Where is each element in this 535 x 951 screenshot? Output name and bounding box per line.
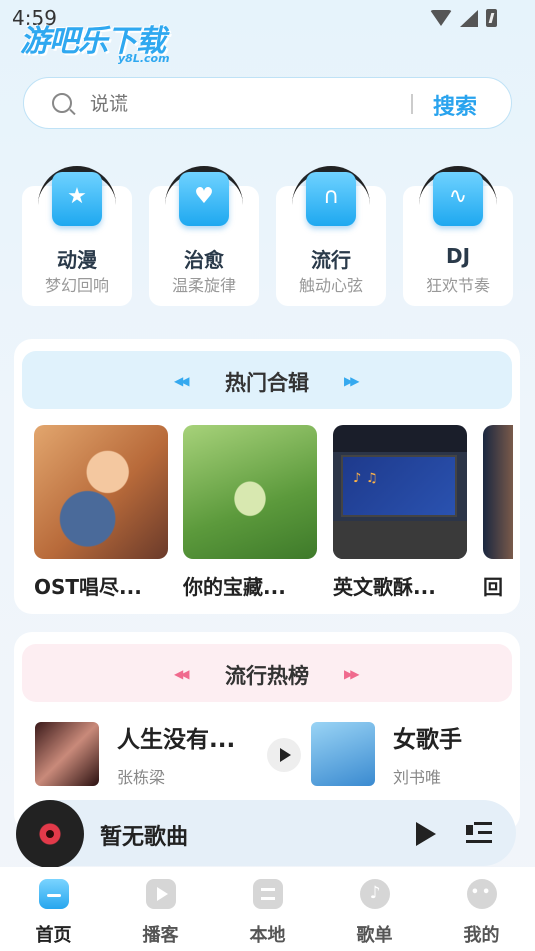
category-subtitle: 温柔旋律: [171, 276, 236, 295]
playlist-icon: ♪: [360, 879, 390, 909]
play-icon[interactable]: [267, 738, 301, 772]
nav-label: 我的: [463, 925, 500, 946]
album-item[interactable]: 你的宝藏...: [183, 425, 317, 600]
album-name: OST唱尽...: [34, 575, 142, 599]
category-subtitle: 梦幻回响: [44, 276, 109, 295]
battery-icon: [486, 9, 497, 27]
nav-label: 本地: [249, 925, 286, 946]
search-button[interactable]: 搜索: [433, 89, 477, 121]
album-name: 英文歌酥...: [333, 575, 436, 599]
heart-shield-icon: ♥: [179, 172, 229, 226]
album-item[interactable]: OST唱尽...: [34, 425, 168, 600]
album-cover: ♪ ♫: [333, 425, 467, 559]
song-title: 人生没有...: [117, 727, 236, 753]
category-title: DJ: [445, 244, 471, 268]
nav-label: 首页: [35, 925, 72, 946]
album-list: OST唱尽... 你的宝藏... ♪ ♫ 英文歌酥... 回: [34, 425, 520, 605]
watermark-sub: y8L.com: [118, 52, 170, 65]
nav-label: 播客: [142, 925, 179, 946]
nav-item-home[interactable]: 首页: [0, 867, 107, 951]
arrow-right-icon: ▶▶: [344, 374, 360, 388]
nav-label: 歌单: [356, 925, 393, 946]
home-icon: [39, 879, 69, 909]
search-divider: [411, 94, 413, 114]
search-input[interactable]: [90, 91, 390, 117]
mini-player[interactable]: 暂无歌曲: [16, 800, 516, 868]
album-cover: [483, 425, 513, 559]
album-name: 回: [483, 575, 503, 599]
album-item[interactable]: ♪ ♫ 英文歌酥...: [333, 425, 467, 600]
song-artist: 张栋梁: [117, 768, 166, 787]
category-pop[interactable]: ∩ 流行 触动心弦: [276, 166, 386, 306]
star-bookmark-icon: ★: [52, 172, 102, 226]
category-healing[interactable]: ♥ 治愈 温柔旋律: [149, 166, 259, 306]
category-row: ★ 动漫 梦幻回响 ♥ 治愈 温柔旋律 ∩ 流行 触动心弦 ∿ DJ 狂欢节奏: [22, 166, 514, 306]
song-cover: [35, 722, 99, 786]
search-icon: [52, 93, 72, 113]
category-title: 流行: [311, 248, 351, 272]
category-anime[interactable]: ★ 动漫 梦幻回响: [22, 166, 132, 306]
song-cover: [311, 722, 375, 786]
popular-chart-header: ◀◀ 流行热榜 ▶▶: [22, 644, 512, 702]
category-dj[interactable]: ∿ DJ 狂欢节奏: [403, 166, 513, 306]
song-artist: 刘书唯: [393, 768, 442, 787]
album-cover: [183, 425, 317, 559]
bottom-nav: 首页 播客 本地 ♪ 歌单 •• 我的: [0, 867, 535, 951]
category-title: 治愈: [184, 248, 224, 272]
status-icons: [430, 9, 497, 27]
playlist-queue-icon[interactable]: [466, 822, 492, 844]
signal-icon: [460, 9, 478, 27]
song-item[interactable]: 女歌手 刘书唯: [311, 722, 511, 787]
song-item[interactable]: 人生没有... 张栋梁: [35, 722, 301, 787]
album-cover-screen: ♪ ♫: [341, 455, 457, 517]
hot-albums-panel: ◀◀ 热门合辑 ▶▶ OST唱尽... 你的宝藏... ♪ ♫ 英文歌酥... …: [14, 339, 520, 614]
album-item[interactable]: 回: [483, 425, 513, 600]
hot-albums-title: 热门合辑: [225, 371, 309, 395]
watermark-logo: 游吧乐下载 y8L.com: [20, 16, 190, 68]
play-icon[interactable]: [416, 822, 436, 846]
nav-item-profile[interactable]: •• 我的: [428, 867, 535, 951]
album-cover: [34, 425, 168, 559]
album-cover-stage: [333, 521, 467, 559]
profile-icon: ••: [467, 879, 497, 909]
arrow-right-icon: ▶▶: [344, 667, 360, 681]
category-subtitle: 狂欢节奏: [425, 276, 490, 295]
wifi-icon: [430, 10, 452, 26]
popular-chart-title: 流行热榜: [225, 664, 309, 688]
podcast-icon: [146, 879, 176, 909]
nav-item-playlist[interactable]: ♪ 歌单: [321, 867, 428, 951]
nav-item-local[interactable]: 本地: [214, 867, 321, 951]
hot-albums-header: ◀◀ 热门合辑 ▶▶: [22, 351, 512, 409]
category-title: 动漫: [57, 248, 97, 272]
headphones-icon: ∩: [306, 172, 356, 226]
album-name: 你的宝藏...: [183, 575, 286, 599]
record-disc-icon[interactable]: [16, 800, 84, 868]
song-title: 女歌手: [393, 727, 462, 753]
player-title: 暂无歌曲: [100, 825, 189, 850]
search-bar[interactable]: 搜索: [23, 77, 512, 129]
waveform-icon: ∿: [433, 172, 483, 226]
nav-item-podcast[interactable]: 播客: [107, 867, 214, 951]
local-icon: [253, 879, 283, 909]
category-subtitle: 触动心弦: [298, 276, 363, 295]
